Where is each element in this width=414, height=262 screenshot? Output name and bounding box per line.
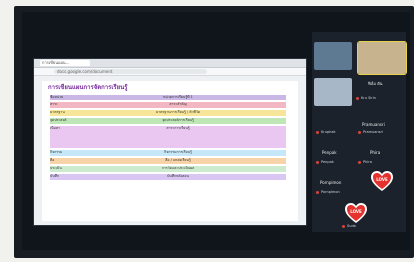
table-row: ชื่อหน่วย หน่วยการเรียนรู้ที่ 1 xyxy=(50,95,286,100)
table-row: สื่อ สื่อ / แหล่งเรียนรู้ xyxy=(50,158,286,164)
table-row: เนื้อหา สาระการเรียนรู้ xyxy=(50,126,286,148)
shared-screen: การเขียนแผน... docs.google.com/document … xyxy=(33,58,307,226)
participant-label: ฟิล์ม ตัน xyxy=(368,81,383,86)
muted-icon xyxy=(358,160,361,164)
participant-chip-label: Pramuansri xyxy=(363,130,383,134)
row-label: เนื้อหา xyxy=(50,126,60,130)
participant-tile[interactable] xyxy=(314,42,352,70)
table-row: สาระ สาระสำคัญ xyxy=(50,102,286,108)
love-sticker: LOVE xyxy=(344,202,368,224)
row-text: การวัดและประเมินผล xyxy=(161,166,195,170)
participant-chip[interactable]: Suda xyxy=(342,224,356,228)
participant-chip[interactable]: Penpak xyxy=(316,160,334,164)
table-row: บันทึก บันทึกหลังสอน xyxy=(50,174,286,180)
meeting-window: การเขียนแผน... docs.google.com/document … xyxy=(22,12,410,250)
muted-icon xyxy=(358,130,361,134)
participant-chip-label: Suda xyxy=(347,224,356,228)
row-label: มาตรฐาน xyxy=(50,110,65,114)
participant-chip[interactable]: Kru Sirin xyxy=(356,96,376,100)
table-row: ประเมิน การวัดและประเมินผล xyxy=(50,166,286,172)
row-text: มาตรฐานการเรียนรู้ / ตัวชี้วัด xyxy=(155,110,201,114)
browser-tabbar: การเขียนแผน... xyxy=(34,59,306,68)
row-label: สาระ xyxy=(50,102,58,106)
participant-tile-active[interactable] xyxy=(357,41,407,75)
sticker-text: LOVE xyxy=(350,209,362,214)
browser-tab[interactable]: การเขียนแผน... xyxy=(40,60,90,66)
row-label: บันทึก xyxy=(50,174,60,178)
row-label: จุดประสงค์ xyxy=(50,118,67,122)
participant-label: Pornpimon xyxy=(320,180,342,185)
muted-icon xyxy=(316,160,319,164)
participant-label: Penpak xyxy=(322,150,337,155)
participant-chip-label: Penpak xyxy=(321,160,334,164)
url-field[interactable]: docs.google.com/document xyxy=(54,69,207,74)
participant-chip-label: Phira xyxy=(363,160,372,164)
row-text: สาระการเรียนรู้ xyxy=(166,126,190,130)
sticker-text: LOVE xyxy=(376,177,388,182)
row-text: กิจกรรมการเรียนรู้ xyxy=(164,150,192,154)
participant-label: Pramuansri xyxy=(362,122,385,127)
muted-icon xyxy=(342,224,345,228)
participant-chip-label: Pornpimon xyxy=(321,190,340,194)
row-text: หน่วยการเรียนรู้ที่ 1 xyxy=(163,95,193,99)
participant-chip[interactable]: Kruphak xyxy=(316,130,336,134)
document-title: การเขียนแผนการจัดการเรียนรู้ xyxy=(48,84,128,91)
table-row: จุดประสงค์ จุดประสงค์การเรียนรู้ xyxy=(50,118,286,124)
love-sticker: LOVE xyxy=(370,170,394,192)
row-text: สื่อ / แหล่งเรียนรู้ xyxy=(165,158,191,162)
photo-frame: การเขียนแผน... docs.google.com/document … xyxy=(0,0,414,262)
row-label: ประเมิน xyxy=(50,166,62,170)
participant-chip[interactable]: Pramuansri xyxy=(358,130,383,134)
muted-icon xyxy=(316,130,319,134)
table-row: กิจกรรม กิจกรรมการเรียนรู้ xyxy=(50,150,286,156)
muted-icon xyxy=(356,96,359,100)
row-text: จุดประสงค์การเรียนรู้ xyxy=(162,118,194,122)
row-text: บันทึกหลังสอน xyxy=(167,174,189,178)
row-label: สื่อ xyxy=(50,158,55,162)
participant-chip[interactable]: Phira xyxy=(358,160,372,164)
participant-chip-label: Kru Sirin xyxy=(361,96,376,100)
muted-icon xyxy=(316,190,319,194)
participant-tile[interactable] xyxy=(314,78,352,106)
row-label: ชื่อหน่วย xyxy=(50,95,64,99)
row-label: กิจกรรม xyxy=(50,150,63,154)
address-bar: docs.google.com/document xyxy=(34,68,306,76)
row-text: สาระสำคัญ xyxy=(169,102,187,106)
participant-label: Phira xyxy=(370,150,381,155)
table-row: มาตรฐาน มาตรฐานการเรียนรู้ / ตัวชี้วัด xyxy=(50,110,286,116)
participant-chip[interactable]: Pornpimon xyxy=(316,190,340,194)
participant-chip-label: Kruphak xyxy=(321,130,336,134)
